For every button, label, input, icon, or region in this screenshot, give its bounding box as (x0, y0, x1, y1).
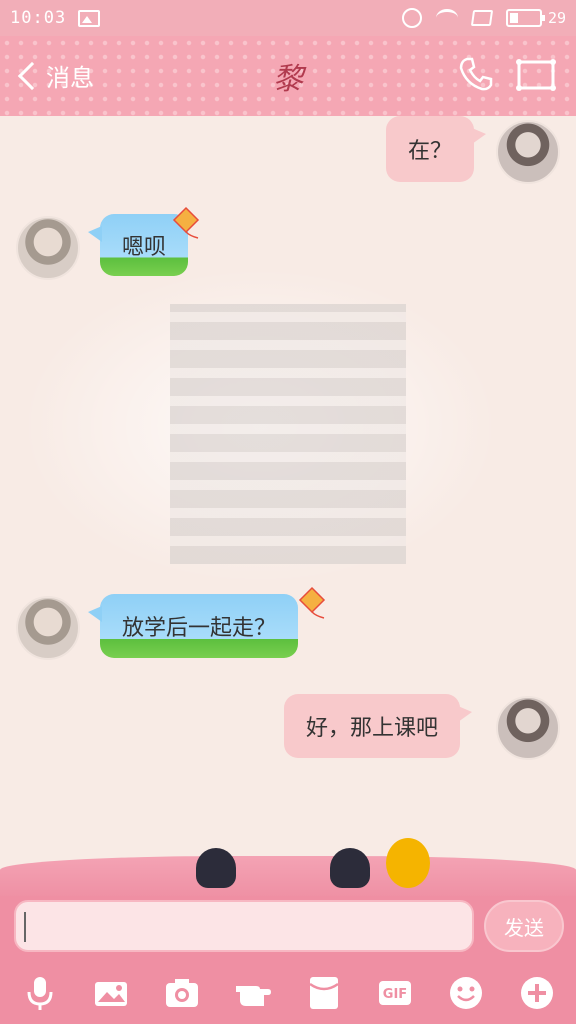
message-text: 在？ (408, 139, 453, 164)
kite-icon (298, 586, 326, 619)
cartoon-mascot-icon (386, 838, 430, 888)
wifi-icon (435, 9, 458, 27)
send-button[interactable]: 发送 (484, 900, 564, 952)
message-bubble-incoming[interactable]: 放学后一起走？ (87, 594, 299, 658)
photo-album-icon[interactable] (90, 972, 132, 1014)
battery-percent: 29 (547, 9, 566, 27)
microphone-icon[interactable] (19, 972, 61, 1014)
camera-icon[interactable] (161, 972, 203, 1014)
kite-icon (172, 206, 200, 239)
message-input[interactable] (14, 900, 474, 952)
message-text: 嗯呗 (122, 235, 167, 260)
toolbar: GIF (0, 962, 576, 1024)
message-bubble-outgoing[interactable]: 好，那上课吧 (284, 694, 473, 758)
message-text: 放学后一起走？ (122, 616, 277, 641)
status-bar: 10:03 29 (0, 0, 576, 36)
gif-icon[interactable]: GIF (374, 972, 416, 1014)
profile-icon[interactable] (516, 58, 556, 92)
cartoon-girl-icon (196, 848, 236, 888)
gif-label: GIF (382, 987, 406, 1002)
image-notification-icon (78, 9, 101, 27)
my-avatar[interactable] (496, 696, 560, 760)
phone-icon[interactable] (458, 56, 494, 92)
emoji-icon[interactable] (445, 972, 487, 1014)
sim-icon (470, 10, 494, 26)
red-envelope-icon[interactable] (303, 972, 345, 1014)
plus-icon[interactable] (516, 972, 558, 1014)
message-text: 好，那上课吧 (306, 716, 439, 741)
my-avatar[interactable] (496, 120, 560, 184)
redacted-content (170, 304, 406, 564)
input-bar: 发送 GIF (0, 896, 576, 1024)
message-bubble-outgoing[interactable]: 在？ (386, 116, 487, 182)
chat-area[interactable]: 在？ 嗯呗 放学后一起走？ 好，那上课吧 (0, 116, 576, 856)
contact-avatar[interactable] (16, 216, 80, 280)
text-cursor (24, 912, 26, 942)
clock: 10:03 (10, 8, 67, 28)
title-bar: 消息 黎 (0, 36, 576, 116)
cartoon-girl-icon (330, 848, 370, 888)
battery-icon (505, 9, 545, 27)
battery-fill (509, 13, 519, 23)
theme-decoration (0, 856, 576, 900)
alarm-icon (401, 8, 422, 28)
contact-avatar[interactable] (16, 596, 80, 660)
pointing-hand-icon[interactable] (232, 972, 274, 1014)
